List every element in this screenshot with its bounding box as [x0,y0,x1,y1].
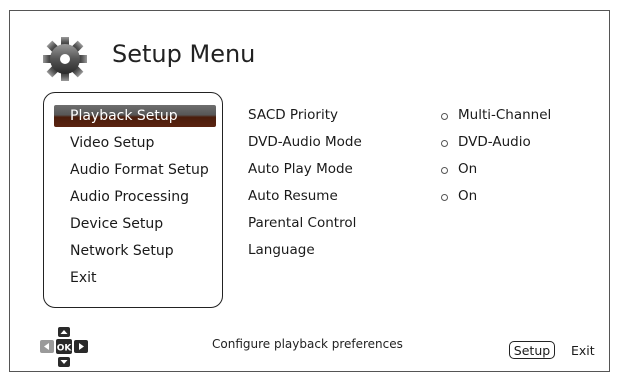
option-auto-play-mode[interactable]: Auto Play Mode [248,161,353,177]
setup-key-button[interactable]: Setup [509,341,555,359]
menu-item-exit[interactable]: Exit [70,268,97,288]
bullet-icon [441,194,448,201]
bullet-icon [441,167,448,174]
option-sacd-priority[interactable]: SACD Priority [248,107,338,123]
exit-label: Exit [571,343,595,358]
bullet-icon [441,140,448,147]
option-auto-resume[interactable]: Auto Resume [248,188,338,204]
menu-item-playback-setup[interactable]: Playback Setup [54,105,216,127]
option-auto-resume-value: On [458,188,478,204]
svg-text:OK: OK [57,344,73,354]
option-dvd-audio-mode[interactable]: DVD-Audio Mode [248,134,362,150]
menu-item-video-setup[interactable]: Video Setup [70,133,154,153]
page-title: Setup Menu [112,40,256,68]
menu-item-device-setup[interactable]: Device Setup [70,214,163,234]
dpad-ok-icon: OK [40,327,88,367]
gear-icon [43,37,87,81]
option-language[interactable]: Language [248,242,315,258]
menu-item-audio-format-setup[interactable]: Audio Format Setup [70,160,209,180]
menu-item-audio-processing[interactable]: Audio Processing [70,187,189,207]
bullet-icon [441,113,448,120]
option-dvd-audio-mode-value: DVD-Audio [458,134,531,150]
option-sacd-priority-value: Multi-Channel [458,107,552,123]
option-auto-play-mode-value: On [458,161,478,177]
menu-item-network-setup[interactable]: Network Setup [70,241,174,261]
hint-text: Configure playback preferences [212,337,403,351]
option-parental-control[interactable]: Parental Control [248,215,356,231]
